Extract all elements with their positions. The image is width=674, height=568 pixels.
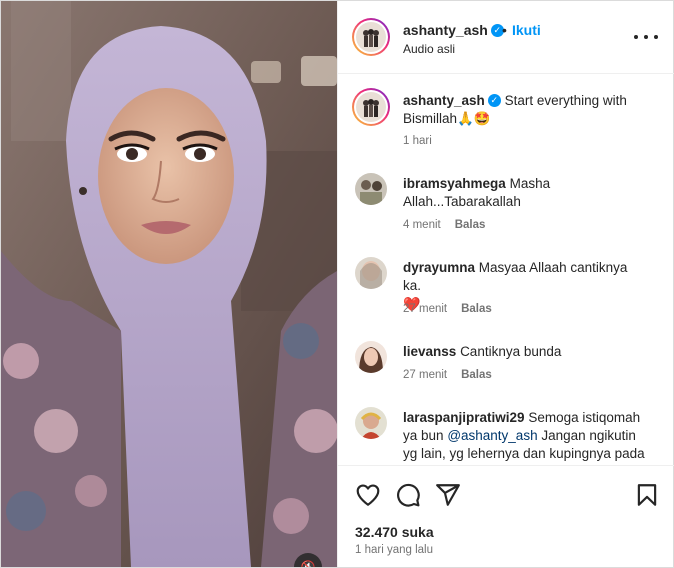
share-icon[interactable] (435, 482, 461, 508)
reply-button[interactable]: Balas (461, 303, 492, 315)
post-header: ashanty_ash ✓ • Ikuti Audio asli (338, 1, 674, 74)
comment-meta: 27 menit Balas (403, 303, 492, 315)
comment-mention[interactable]: @ashanty_ash (447, 428, 537, 443)
comment-icon[interactable] (395, 482, 421, 508)
caption-avatar[interactable] (352, 88, 390, 126)
follow-button[interactable]: Ikuti (512, 22, 541, 38)
comment-item: lievanss Cantiknya bunda 27 menit Balas (338, 341, 674, 397)
caption-emoji: 🙏🤩 (457, 111, 491, 126)
heart-icon[interactable] (355, 482, 381, 508)
comment-item: laraspanjipratiwi29 Semoga istiqomah ya … (338, 407, 674, 465)
comment-meta: 27 menit Balas (403, 369, 492, 381)
bookmark-icon[interactable] (634, 482, 660, 508)
caption-text: ashanty_ash ✓ Start everything with Bismi… (403, 92, 648, 128)
author-username-text[interactable]: ashanty_ash (403, 22, 488, 38)
verified-badge-icon: ✓ (487, 93, 501, 107)
post-media[interactable]: 🔇 (1, 1, 337, 567)
comment-text: laraspanjipratiwi29 Semoga istiqomah ya … (403, 409, 648, 463)
comment-avatar[interactable] (355, 173, 387, 205)
comment-username[interactable]: laraspanjipratiwi29 (403, 410, 525, 425)
reply-button[interactable]: Balas (461, 369, 492, 381)
author-avatar[interactable] (352, 18, 390, 56)
comment-time[interactable]: 4 menit (403, 219, 441, 231)
comment-username[interactable]: ibramsyahmega (403, 176, 506, 191)
caption-time[interactable]: 1 hari (403, 135, 432, 147)
comment-username[interactable]: lievanss (403, 344, 456, 359)
comment-username[interactable]: dyrayumna (403, 260, 475, 275)
reply-button[interactable]: Balas (455, 219, 486, 231)
comment-text: ibramsyahmega Masha Allah...Tabarakallah (403, 175, 648, 211)
header-separator: • (502, 22, 507, 38)
caption-username[interactable]: ashanty_ash (403, 93, 485, 108)
author-username[interactable]: ashanty_ash ✓ (403, 22, 504, 38)
action-bar: 32.470 suka 1 hari yang lalu (338, 465, 674, 567)
comments-list[interactable]: ashanty_ash ✓ Start everything with Bismi… (338, 75, 674, 465)
comment-avatar[interactable] (355, 407, 387, 439)
comment-meta: 4 menit Balas (403, 219, 485, 231)
comment-text: lievanss Cantiknya bunda (403, 343, 648, 361)
post-photo (1, 1, 337, 567)
post-sidebar: ashanty_ash ✓ • Ikuti Audio asli ashanty_… (337, 1, 674, 567)
comment-avatar[interactable] (355, 341, 387, 373)
audio-link[interactable]: Audio asli (403, 42, 455, 56)
comment-item: ibramsyahmega Masha Allah...Tabarakallah… (338, 173, 674, 243)
comment-time[interactable]: 27 menit (403, 303, 447, 315)
comment-time[interactable]: 27 menit (403, 369, 447, 381)
comment-avatar[interactable] (355, 257, 387, 289)
caption-row: ashanty_ash ✓ Start everything with Bismi… (338, 75, 674, 155)
comment-body: Cantiknya bunda (460, 344, 562, 359)
likes-count[interactable]: 32.470 suka (355, 524, 434, 540)
more-options-icon[interactable] (634, 29, 658, 45)
comment-item: dyrayumna Masyaa Allaah cantiknya ka. ❤️… (338, 257, 674, 327)
post-timestamp[interactable]: 1 hari yang lalu (355, 544, 433, 556)
